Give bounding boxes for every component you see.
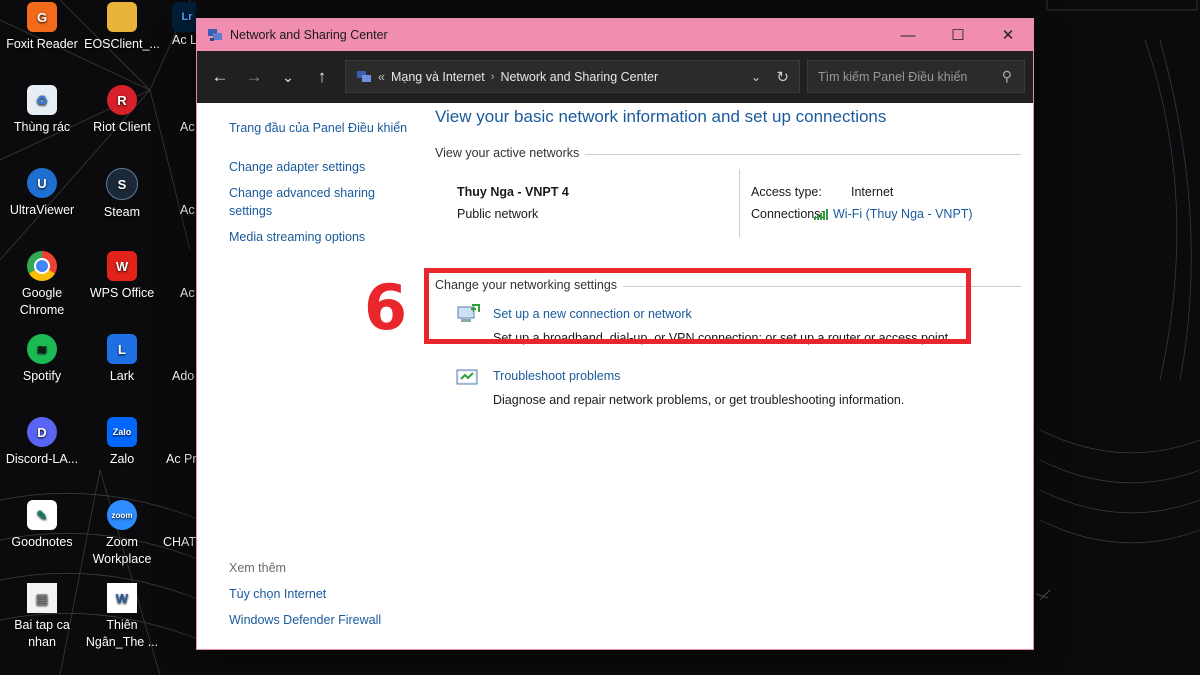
control-panel-icon	[357, 70, 371, 82]
recycle-bin-icon: ♻	[27, 85, 57, 115]
desktop-icon-google-chrome[interactable]: Google Chrome	[1, 251, 83, 319]
troubleshoot-problems-link[interactable]: Troubleshoot problems	[493, 369, 620, 383]
desktop-icon-partial-6[interactable]: Ac Prem	[166, 417, 196, 468]
zoom-icon: zoom	[107, 500, 137, 530]
change-advanced-sharing-settings-link[interactable]: Change advanced sharing settings	[229, 184, 389, 220]
up-arrow-icon[interactable]: ↑	[305, 67, 339, 87]
desktop-icon-riot-client[interactable]: R Riot Client	[81, 85, 163, 136]
desktop-icon-partial-3[interactable]: Ac Pho	[180, 168, 196, 219]
change-adapter-settings-link[interactable]: Change adapter settings	[229, 158, 365, 176]
media-streaming-options-link[interactable]: Media streaming options	[229, 228, 365, 246]
desktop-icon-bai-tap[interactable]: ▤ Bai tap ca nhan	[1, 583, 83, 651]
chrome-icon	[27, 251, 57, 281]
word-document-icon: W	[107, 583, 137, 613]
foxit-reader-icon: G	[27, 2, 57, 32]
recent-locations-chevron-icon[interactable]: ⌄	[271, 69, 305, 86]
desktop-icon-partial-4[interactable]: Ac Illus	[180, 251, 196, 302]
desktop-icon-partial-lrc[interactable]: Lr Ac Ligh	[172, 2, 196, 49]
desktop-icon-partial-2[interactable]: Ac Au	[180, 85, 196, 136]
troubleshoot-problems-description: Diagnose and repair network problems, or…	[493, 393, 905, 407]
desktop-icon-recycle-bin[interactable]: ♻ Thùng rác	[1, 85, 83, 136]
desktop-icon-zoom[interactable]: zoom Zoom Workplace	[81, 500, 163, 568]
left-pane: Trang đầu của Panel Điều khiển Change ad…	[197, 103, 417, 649]
control-panel-home-link[interactable]: Trang đầu của Panel Điều khiển	[229, 119, 407, 137]
desktop-icon-spotify[interactable]: ≋ Spotify	[1, 334, 83, 385]
step-number-label: 6	[364, 271, 408, 344]
page-title: View your basic network information and …	[435, 107, 887, 126]
network-center-icon	[208, 29, 222, 41]
desktop-icon-eosclient[interactable]: EOSClient_...	[81, 2, 163, 53]
wifi-connection-label: Wi-Fi (Thuy Nga - VNPT)	[833, 207, 973, 221]
access-type-value: Internet	[851, 185, 894, 199]
desktop-icon-ultraviewer[interactable]: U UltraViewer	[1, 168, 83, 219]
lark-icon: L	[107, 334, 137, 364]
main-content: View your basic network information and …	[435, 103, 1033, 649]
breadcrumb-separator-icon: ›	[490, 70, 495, 83]
troubleshoot-icon	[456, 369, 478, 385]
desktop-icon-partial-7[interactable]: CHAT DV S	[163, 500, 196, 551]
close-button[interactable]: ✕	[983, 19, 1033, 51]
minimize-button[interactable]: —	[883, 19, 933, 51]
maximize-button[interactable]: ☐	[933, 19, 983, 51]
search-icon: ⚲	[1001, 68, 1012, 84]
network-name: Thuy Nga - VNPT 4	[457, 185, 569, 199]
desktop-icon-partial-5[interactable]: Ado	[172, 334, 196, 385]
desktop-icon-wps-office[interactable]: W WPS Office	[81, 251, 163, 302]
search-placeholder: Tìm kiếm Panel Điều khiển	[818, 69, 968, 84]
wifi-signal-icon	[814, 209, 828, 220]
wps-office-icon: W	[107, 251, 137, 281]
desktop-icon-goodnotes[interactable]: ✎ Goodnotes	[1, 500, 83, 551]
folder-icon	[107, 2, 137, 32]
navigation-bar: ← → ⌄ ↑ « Mạng và Internet › Network and…	[197, 51, 1033, 103]
breadcrumb-overflow[interactable]: «	[378, 70, 385, 84]
back-arrow-icon[interactable]: ←	[203, 67, 237, 87]
desktop-icon-thien-ngan[interactable]: W Thiên Ngân_The ...	[81, 583, 163, 651]
network-info-divider	[739, 169, 740, 237]
ultraviewer-icon: U	[27, 168, 57, 198]
step-highlight-box	[424, 268, 971, 344]
forward-arrow-icon[interactable]: →	[237, 67, 271, 87]
goodnotes-icon: ✎	[27, 500, 57, 530]
access-type-label: Access type:	[751, 185, 822, 199]
zalo-icon: Zalo	[107, 417, 137, 447]
riot-client-icon: R	[107, 85, 137, 115]
address-bar[interactable]: « Mạng và Internet › Network and Sharing…	[345, 60, 800, 93]
discord-icon: D	[27, 417, 57, 447]
refresh-icon[interactable]: ↻	[776, 68, 789, 86]
title-bar[interactable]: Network and Sharing Center — ☐ ✕	[197, 19, 1033, 51]
see-also-heading: Xem thêm	[229, 561, 286, 575]
address-dropdown-icon[interactable]: ⌄	[751, 70, 761, 84]
breadcrumb-mang-va-internet[interactable]: Mạng và Internet	[391, 70, 485, 84]
window-title: Network and Sharing Center	[230, 28, 388, 42]
document-icon: ▤	[27, 583, 57, 613]
steam-icon: S	[106, 168, 138, 200]
active-networks-heading: View your active networks	[435, 146, 586, 160]
desktop-icon-discord[interactable]: D Discord-LA...	[1, 417, 83, 468]
internet-options-link[interactable]: Tùy chọn Internet	[229, 585, 326, 603]
search-input[interactable]: Tìm kiếm Panel Điều khiển ⚲	[807, 60, 1025, 93]
wifi-connection-link[interactable]: Wi-Fi (Thuy Nga - VNPT)	[814, 207, 973, 221]
spotify-icon: ≋	[27, 334, 57, 364]
breadcrumb-network-sharing-center[interactable]: Network and Sharing Center	[500, 70, 658, 84]
network-category[interactable]: Public network	[457, 207, 538, 221]
desktop-icon-steam[interactable]: S Steam	[81, 168, 163, 221]
desktop-icon-foxit-reader[interactable]: G Foxit Reader	[1, 2, 83, 53]
desktop-icon-lark[interactable]: L Lark	[81, 334, 163, 385]
desktop-icon-zalo[interactable]: Zalo Zalo	[81, 417, 163, 468]
lightroom-icon: Lr	[172, 2, 196, 32]
windows-defender-firewall-link[interactable]: Windows Defender Firewall	[229, 611, 381, 629]
